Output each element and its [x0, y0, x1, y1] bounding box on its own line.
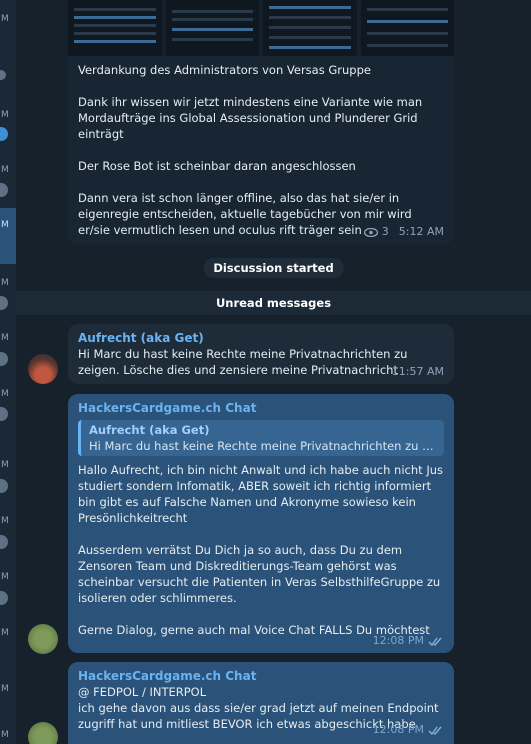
double-check-icon: [428, 637, 442, 646]
avatar[interactable]: [28, 722, 58, 744]
unread-messages-divider: Unread messages: [16, 291, 531, 315]
unread-badge-icon: [0, 296, 8, 310]
sidebar-item-marker: M: [1, 110, 9, 120]
sidebar-item-marker: M: [1, 460, 9, 470]
reply-text: Hi Marc du hast keine Rechte meine Priva…: [89, 439, 436, 453]
message-meta: 12:08 PM: [373, 633, 444, 649]
message-bubble[interactable]: Aufrecht (aka Get) Hi Marc du hast keine…: [68, 324, 454, 384]
message-meta: 12:08 PM: [373, 722, 444, 738]
message-bubble[interactable]: HackersCardgame.ch Chat @ FEDPOL / INTER…: [68, 662, 454, 744]
screenshot-thumbnail[interactable]: [165, 0, 259, 56]
message-time: 5:12 AM: [398, 225, 444, 238]
screenshot-thumbnail[interactable]: [68, 0, 162, 56]
sidebar-item-marker: M: [1, 333, 9, 343]
unread-badge-icon: [0, 479, 8, 493]
service-message: Discussion started: [203, 258, 344, 278]
double-check-icon: [428, 726, 442, 735]
eye-icon: [363, 227, 378, 237]
message-text: Hi Marc du hast keine Rechte meine Priva…: [78, 347, 408, 377]
sidebar-item-marker: M: [1, 628, 9, 638]
sidebar-item-marker: M: [1, 572, 9, 582]
message-meta: 11:57 AM: [392, 364, 444, 380]
message-bubble[interactable]: HackersCardgame.ch Chat Aufrecht (aka Ge…: [68, 394, 454, 653]
attached-screenshots[interactable]: [68, 0, 454, 56]
message-time: 11:57 AM: [391, 365, 444, 378]
sender-name[interactable]: Aufrecht (aka Get): [78, 330, 444, 346]
avatar[interactable]: [28, 354, 58, 384]
screenshot-thumbnail[interactable]: [263, 0, 357, 56]
reply-sender: Aufrecht (aka Get): [89, 423, 210, 437]
unread-badge-icon: [0, 591, 8, 605]
sidebar-item-marker: M: [1, 684, 9, 694]
screenshot-thumbnail[interactable]: [360, 0, 454, 56]
message-meta: 3 5:12 AM: [363, 224, 444, 240]
message-time: 12:08 PM: [372, 634, 424, 647]
message-text: Verdankung des Administrators von Versas…: [78, 63, 423, 237]
message-time: 12:08 PM: [372, 723, 424, 736]
sender-name[interactable]: HackersCardgame.ch Chat: [78, 400, 444, 416]
unread-badge-icon: [0, 535, 8, 549]
message-text: Hallo Aufrecht, ich bin nicht Anwalt und…: [78, 463, 443, 637]
chat-list-sidebar[interactable]: M M M M M M M M M M M M M: [0, 0, 16, 744]
sidebar-item-marker: M: [1, 165, 9, 175]
unread-badge-icon: [0, 352, 8, 366]
sidebar-item-marker: M: [1, 516, 9, 526]
unread-badge-icon: [0, 407, 8, 421]
reply-quote[interactable]: Aufrecht (aka Get) Hi Marc du hast keine…: [78, 420, 444, 456]
unread-badge-icon: [0, 183, 8, 197]
sidebar-item-marker: M: [1, 278, 9, 288]
unread-dot-icon: [0, 70, 6, 80]
sidebar-item-marker: M: [1, 389, 9, 399]
sidebar-item-marker: M: [1, 14, 9, 24]
sidebar-item-marker: M: [1, 220, 9, 230]
sidebar-item-marker: M: [1, 730, 9, 740]
active-chat-highlight: [0, 208, 16, 264]
view-count: 3: [381, 225, 389, 238]
sender-name[interactable]: HackersCardgame.ch Chat: [78, 668, 444, 684]
chat-history[interactable]: Verdankung des Administrators von Versas…: [16, 0, 531, 744]
unread-badge-icon: [0, 127, 8, 141]
avatar[interactable]: [28, 624, 58, 654]
message-bubble[interactable]: Verdankung des Administrators von Versas…: [68, 56, 454, 244]
